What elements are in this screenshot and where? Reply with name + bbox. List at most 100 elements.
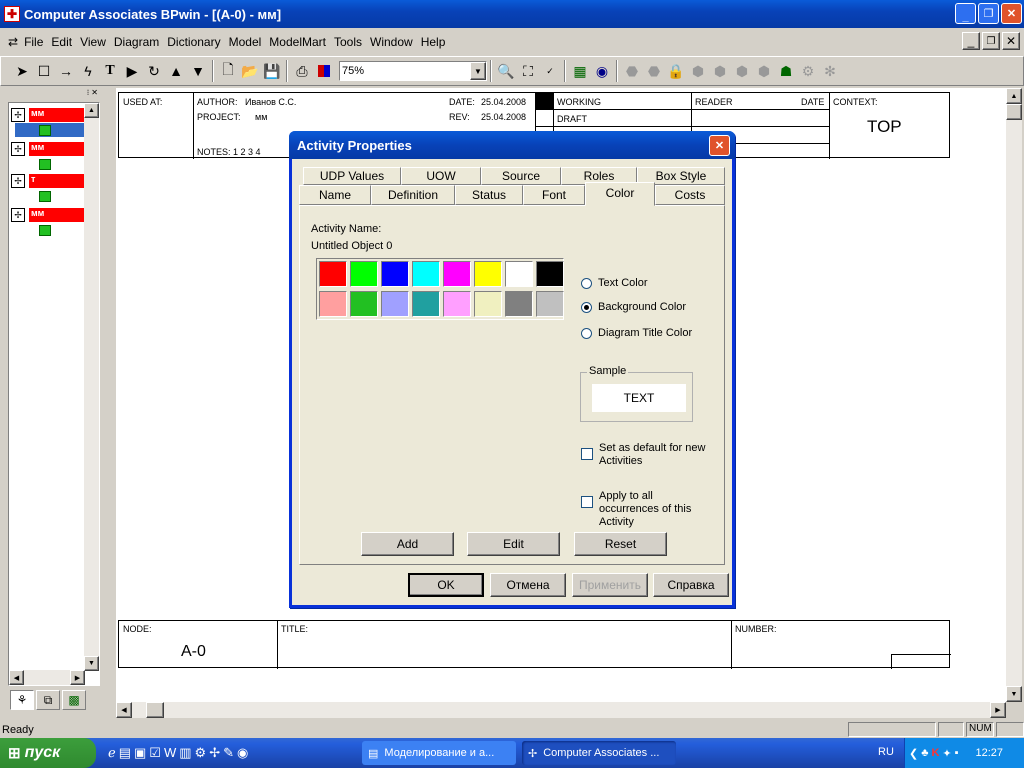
help-button[interactable]: Справка <box>653 573 729 597</box>
arrow-tool-icon[interactable]: → <box>55 60 77 82</box>
color-swatch[interactable] <box>350 261 378 287</box>
scroll-right-button[interactable]: ▶ <box>70 670 85 685</box>
quick-launch-icon-3[interactable]: ☑ <box>149 745 161 761</box>
tab-uow[interactable]: UOW <box>401 167 481 185</box>
color-swatch[interactable] <box>443 261 471 287</box>
menu-model[interactable]: Model <box>225 35 266 49</box>
new-icon[interactable]: 🗋 <box>217 60 239 82</box>
diagram-vscrollbar[interactable]: ▲ ▼ <box>1006 88 1022 702</box>
ca-logo-icon[interactable]: ◉ <box>591 60 613 82</box>
tree-vscrollbar[interactable]: ▲ ▼ <box>84 103 99 671</box>
tree-child-icon[interactable] <box>39 191 51 202</box>
edit-button[interactable]: Edit <box>467 532 560 556</box>
go-down-icon[interactable]: ▼ <box>187 60 209 82</box>
menu-view[interactable]: View <box>76 35 110 49</box>
tab-udp-values[interactable]: UDP Values <box>303 167 401 185</box>
save-icon[interactable]: 💾 <box>261 60 283 82</box>
bpwin-icon[interactable]: ✢ <box>209 745 220 761</box>
quick-launch-icon-1[interactable]: ▤ <box>119 745 131 761</box>
menu-modelmart[interactable]: ModelMart <box>265 35 330 49</box>
restore-button[interactable]: ❐ <box>978 3 999 24</box>
color-palette-icon[interactable] <box>313 60 335 82</box>
print-icon[interactable]: ⎙ <box>291 60 313 82</box>
diagrams-tab-icon[interactable]: ⧉ <box>36 690 60 710</box>
box-tool-icon[interactable]: ☐ <box>33 60 55 82</box>
diagram-scroll-down-button[interactable]: ▼ <box>1006 686 1022 702</box>
go-up-icon[interactable]: ▲ <box>165 60 187 82</box>
zoom-dropdown-button[interactable]: ▼ <box>470 62 486 80</box>
add-button[interactable]: Add <box>361 532 454 556</box>
color-swatch[interactable] <box>350 290 378 317</box>
spell-check-icon[interactable]: ✓ <box>539 60 561 82</box>
mdi-minimize-button[interactable]: _ <box>962 32 980 50</box>
text-color-radio[interactable]: Text Color <box>581 277 648 289</box>
scroll-down-button[interactable]: ▼ <box>84 656 99 671</box>
quick-launch-icon-4[interactable]: ▥ <box>179 745 191 761</box>
start-button[interactable]: ⊞ пуск <box>0 738 96 768</box>
diagram-title-color-radio[interactable]: Diagram Title Color <box>581 327 692 339</box>
cancel-button[interactable]: Отмена <box>490 573 566 597</box>
tree-hscrollbar[interactable]: ◀ ▶ <box>9 670 85 685</box>
color-swatch[interactable] <box>536 261 564 287</box>
objects-tab-icon[interactable]: ▩ <box>62 690 86 710</box>
panel-close-icon[interactable]: ✕ <box>91 88 98 100</box>
diagram-scroll-left-button[interactable]: ◀ <box>116 702 132 718</box>
network-icon[interactable]: ▪ <box>955 747 959 759</box>
tree-item[interactable]: ✢ мм <box>11 107 85 123</box>
squiggle-tool-icon[interactable]: ϟ <box>77 60 99 82</box>
tab-costs[interactable]: Costs <box>655 185 725 205</box>
antivirus-icon[interactable]: K <box>931 747 939 759</box>
quick-launch-icon-6[interactable]: ✎ <box>223 745 234 761</box>
tree-child-icon[interactable] <box>39 159 51 170</box>
tree-selected-row[interactable] <box>15 123 85 137</box>
zoom-in-icon[interactable]: 🔍 <box>495 60 517 82</box>
go-to-child-icon[interactable]: ▶ <box>121 60 143 82</box>
color-swatch[interactable] <box>381 261 409 287</box>
ok-button[interactable]: OK <box>408 573 484 597</box>
dialog-title-bar[interactable]: Activity Properties ✕ <box>289 131 735 159</box>
tree-item[interactable]: ✢ т <box>11 173 85 189</box>
mm-tool-7-icon[interactable]: ☗ <box>775 60 797 82</box>
color-swatch[interactable] <box>505 261 533 287</box>
mdi-close-button[interactable]: ✕ <box>1002 32 1020 50</box>
color-swatch[interactable] <box>412 290 440 317</box>
media-icon[interactable]: ◉ <box>237 745 248 761</box>
menu-file[interactable]: File <box>20 35 47 49</box>
model-explorer-icon[interactable]: ▦ <box>569 60 591 82</box>
menu-diagram[interactable]: Diagram <box>110 35 163 49</box>
tray-icon-2[interactable]: ✦ <box>942 747 951 760</box>
open-icon[interactable]: 📂 <box>239 60 261 82</box>
diagram-scroll-right-button[interactable]: ▶ <box>990 702 1006 718</box>
tab-name[interactable]: Name <box>299 185 371 205</box>
tab-font[interactable]: Font <box>523 185 585 205</box>
scroll-left-button[interactable]: ◀ <box>9 670 24 685</box>
menu-window[interactable]: Window <box>366 35 417 49</box>
panel-dock-icon[interactable]: ⁝ <box>87 88 90 100</box>
diagram-scroll-up-button[interactable]: ▲ <box>1006 88 1022 104</box>
menu-dictionary[interactable]: Dictionary <box>163 35 224 49</box>
quick-launch-icon-2[interactable]: ▣ <box>134 745 146 761</box>
task-button-1[interactable]: ▤ Моделирование и а... <box>362 741 516 765</box>
tree-item[interactable]: ✢ мм <box>11 207 85 223</box>
diagram-hscroll-thumb[interactable] <box>146 702 164 718</box>
diagram-hscrollbar[interactable]: ◀ ▶ <box>116 702 1006 718</box>
menu-help[interactable]: Help <box>417 35 450 49</box>
reset-button[interactable]: Reset <box>574 532 667 556</box>
scroll-up-button[interactable]: ▲ <box>84 103 99 118</box>
background-color-radio[interactable]: Background Color <box>581 301 686 313</box>
tray-expand-icon[interactable]: ❮ <box>909 747 918 760</box>
zoom-fit-icon[interactable]: ⛶ <box>517 60 539 82</box>
close-button[interactable]: ✕ <box>1001 3 1022 24</box>
zoom-combo[interactable]: 75% ▼ <box>339 61 487 81</box>
tree-item[interactable]: ✢ мм <box>11 141 85 157</box>
quick-launch-icon-5[interactable]: ⚙ <box>195 745 207 761</box>
tab-color[interactable]: Color <box>585 182 655 206</box>
menu-tools[interactable]: Tools <box>330 35 366 49</box>
color-swatch[interactable] <box>319 261 347 287</box>
color-swatch[interactable] <box>505 290 533 317</box>
dialog-close-button[interactable]: ✕ <box>709 135 730 156</box>
language-indicator[interactable]: RU <box>878 746 894 758</box>
color-swatch[interactable] <box>474 290 502 317</box>
color-swatch[interactable] <box>474 261 502 287</box>
tray-icon-1[interactable]: ♣ <box>921 747 928 759</box>
